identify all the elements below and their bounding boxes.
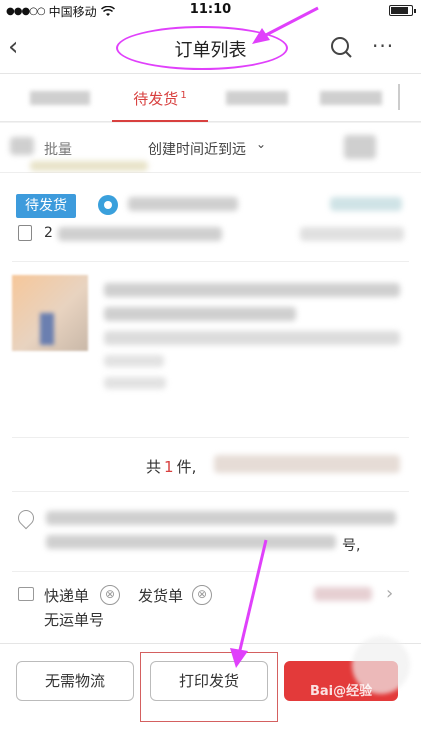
product-thumbnail-detail [40, 313, 54, 345]
order-status-tabs: 待发货 1 [0, 74, 421, 122]
item-count: 1 [164, 458, 174, 476]
tab-blurred-3[interactable] [320, 91, 382, 105]
tab-blurred-2[interactable] [226, 91, 288, 105]
blurred-tooltip [30, 161, 148, 171]
chevron-down-icon[interactable]: ⌄ [256, 137, 266, 151]
blurred-product-qty [104, 377, 166, 389]
blurred-order-time [330, 197, 402, 211]
search-icon[interactable] [330, 36, 352, 58]
divider [12, 261, 409, 262]
no-logistics-button[interactable]: 无需物流 [16, 661, 134, 701]
tab-pending-shipment[interactable]: 待发货 1 [112, 74, 208, 122]
status-badge: 待发货 [16, 194, 76, 218]
blurred-product-title [104, 283, 400, 297]
order-total: 共 1 件, [146, 456, 196, 477]
blurred-product-spec [104, 331, 400, 345]
tab-underline [112, 120, 208, 122]
blurred-checkbox[interactable] [10, 137, 34, 155]
sort-dropdown[interactable]: 创建时间近到远 [148, 139, 246, 159]
blurred-copy-action[interactable] [300, 227, 404, 241]
chat-icon[interactable] [98, 195, 118, 215]
tab-blurred-1[interactable] [30, 91, 90, 105]
print-and-ship-button[interactable]: 打印发货 [150, 661, 268, 701]
total-suffix: 件, [176, 458, 197, 476]
blurred-recipient [46, 511, 396, 525]
location-pin-icon [14, 506, 38, 530]
divider [12, 437, 409, 438]
no-tracking-number: 无运单号 [44, 611, 105, 629]
blurred-print-status [314, 587, 372, 601]
order-doc-icon [18, 225, 32, 241]
clock: 11:10 [189, 2, 232, 17]
battery-icon [389, 5, 416, 16]
remove-waybill-icon[interactable]: ⊗ [100, 585, 120, 605]
watermark: Bai@经验 [310, 684, 373, 699]
address-tail: 号, [342, 538, 361, 554]
blurred-product-price [104, 355, 164, 367]
blurred-total-amount [214, 455, 400, 473]
blurred-filter-icon[interactable] [344, 135, 376, 159]
status-bar: ●●●○○ 中国移动 11:10 [0, 0, 421, 22]
waybill-label[interactable]: 快递单 [44, 585, 89, 606]
filter-bar: 批量 创建时间近到远 ⌄ [0, 123, 421, 173]
divider [12, 491, 409, 492]
blurred-order-number [58, 227, 222, 241]
tab-label: 待发货 [133, 90, 179, 108]
annotation-ellipse [116, 26, 288, 70]
tab-count: 1 [180, 90, 187, 101]
battery-level [391, 7, 408, 14]
remove-shipping-note-icon[interactable]: ⊗ [192, 585, 212, 605]
printer-icon [18, 587, 34, 601]
nav-bar: ‹ 订单列表 ··· [0, 22, 421, 74]
divider [12, 571, 409, 572]
batch-button[interactable]: 批量 [44, 139, 72, 159]
blurred-product-title-2 [104, 307, 296, 321]
total-prefix: 共 [146, 458, 162, 476]
blurred-address [46, 535, 336, 549]
chevron-right-icon[interactable]: › [386, 583, 393, 604]
action-bar: 无需物流 打印发货 Bai@经验 [0, 636, 421, 730]
order-card[interactable]: 待发货 2 共 1 件, 号, 快递单 ⊗ 发货单 ⊗ 无运单号 › [0, 173, 421, 643]
tab-divider [398, 84, 400, 110]
more-menu-button[interactable]: ··· [372, 34, 394, 58]
order-number: 2 [44, 225, 53, 241]
blurred-buyer-name [128, 197, 238, 211]
shipping-note-label[interactable]: 发货单 [138, 585, 183, 606]
